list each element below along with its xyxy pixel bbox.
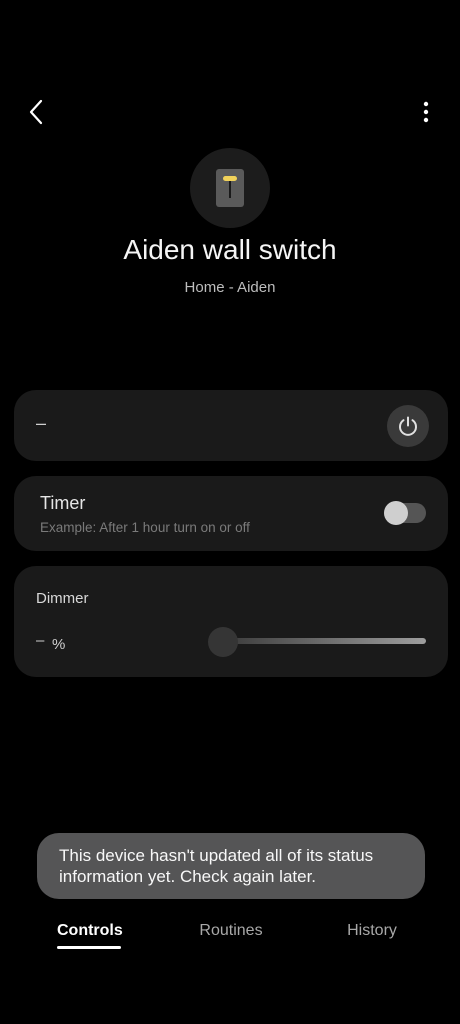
power-button[interactable]	[387, 405, 429, 447]
power-status-value: –	[36, 413, 47, 433]
more-options-button[interactable]	[412, 98, 440, 126]
wall-switch-icon	[216, 169, 244, 207]
back-button[interactable]	[22, 96, 50, 128]
power-icon	[399, 416, 417, 436]
selected-tab-indicator	[57, 946, 121, 949]
chevron-left-icon	[29, 99, 43, 125]
tab-history[interactable]: History	[340, 922, 404, 940]
device-location: Home - Aiden	[184, 279, 276, 296]
device-name: Aiden wall switch	[123, 234, 337, 265]
dimmer-title: Dimmer	[36, 590, 89, 607]
timer-toggle[interactable]	[384, 501, 426, 525]
dimmer-unit: %	[52, 636, 66, 653]
more-vertical-icon	[423, 101, 429, 123]
timer-title: Timer	[40, 493, 86, 513]
timer-subtitle: Example: After 1 hour turn on or off	[40, 520, 250, 535]
status-toast: This device hasn't updated all of its st…	[37, 833, 425, 899]
power-card: –	[14, 390, 448, 461]
device-icon-badge	[190, 148, 270, 228]
tab-routines[interactable]: Routines	[194, 922, 268, 940]
toggle-knob	[384, 501, 408, 525]
dimmer-value: –	[36, 632, 45, 649]
dimmer-slider-thumb[interactable]	[208, 627, 238, 657]
timer-card[interactable]: Timer Example: After 1 hour turn on or o…	[14, 476, 448, 551]
tab-controls[interactable]: Controls	[57, 922, 123, 940]
bottom-tab-bar: Controls Routines History	[0, 922, 460, 956]
dimmer-card: Dimmer – %	[14, 566, 448, 677]
dimmer-slider-track[interactable]	[222, 638, 426, 644]
